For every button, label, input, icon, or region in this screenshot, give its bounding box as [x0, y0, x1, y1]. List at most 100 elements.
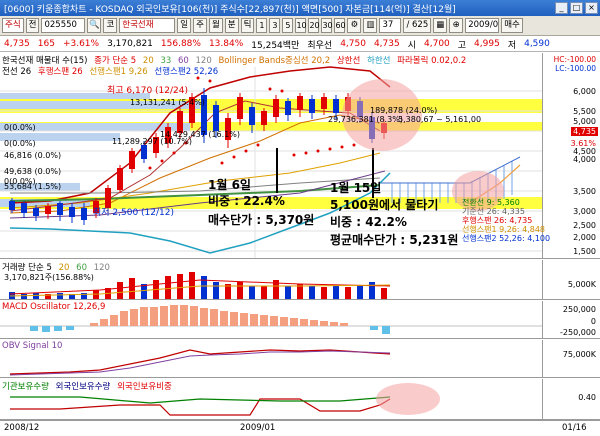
y-tick: 0 — [590, 317, 596, 326]
leading-span-line — [380, 156, 521, 184]
low-price-label: 최저 2,500 (12/12) — [93, 208, 175, 218]
buy-button[interactable]: 매수 — [501, 18, 523, 33]
legend-bollinger-middle: Bollinger Bands중심선 20,2 — [218, 56, 331, 66]
obv-legend: OBV Signal 10 — [2, 341, 66, 351]
maximize-button[interactable]: □ — [570, 2, 583, 14]
interval-5-button[interactable]: 5 — [282, 18, 294, 33]
ask-price: 4,735 — [373, 39, 400, 49]
minimize-button[interactable]: _ — [555, 2, 568, 14]
annotation-1-price: 매수단가 : 5,370원 — [208, 213, 315, 227]
best-quote-label: 최우선 — [307, 40, 333, 51]
foreign-holdings-pane[interactable]: 기관보유수량 외국인보유수량 외국인보유비중 0.40 — [0, 379, 600, 420]
ichimoku-leading2-label: 선행스팬2 52,26: 4,100 — [462, 234, 551, 243]
target-range-label: 5,380,67 ~ 5,161,00 — [398, 115, 482, 124]
period-tick-button[interactable]: 틱 — [240, 18, 255, 33]
candle — [333, 99, 339, 113]
chart-type-icon[interactable]: ▥ — [363, 18, 378, 33]
y-tick: 75,000K — [562, 350, 596, 359]
y-tick: 250,000 — [562, 305, 596, 314]
candle — [285, 101, 291, 115]
candle — [129, 151, 135, 169]
candle — [117, 168, 123, 190]
jeon-button[interactable]: 전 — [25, 18, 40, 33]
x-tick: 2008/12 — [4, 423, 40, 433]
annotation-1-date: 1월 6일 — [208, 178, 251, 192]
volume-current-value: 3,170,821주(156.88%) — [4, 273, 94, 282]
volume-pane[interactable]: 거래량 단순 5 20 60 120 3,170,821주(156.88%) 5… — [0, 260, 600, 300]
period-day-button[interactable]: 일 — [177, 18, 192, 33]
volume-profile-label: 13,131,241 (5.4%) — [130, 98, 205, 107]
grid-icon[interactable]: ▦ — [433, 18, 448, 33]
period-month-button[interactable]: 월 — [208, 18, 223, 33]
legend-volume-ma-120: 120 — [93, 263, 110, 273]
obv-y-axis: 75,000K — [542, 340, 600, 377]
volume-profile-label: 29,736,381 (8.3%) — [328, 115, 403, 124]
stock-code-input[interactable]: 025550 — [41, 18, 86, 33]
zoom-icon[interactable]: ⊕ — [449, 18, 464, 33]
date-input[interactable]: 2009/0 — [465, 18, 500, 33]
low-label: 저 — [507, 40, 517, 51]
interval-10-button[interactable]: 10 — [295, 18, 307, 33]
macd-pane[interactable]: MACD Oscillator 12,26,9 250,000 0 -250,0… — [0, 301, 600, 339]
volume-profile-label: 189,878 (24.0%) — [370, 106, 438, 115]
interval-30-button[interactable]: 30 — [321, 18, 333, 33]
highlight-circle — [376, 383, 440, 415]
legend-macd: MACD Oscillator 12,26,9 — [2, 302, 106, 312]
open-price: 4,700 — [424, 39, 450, 49]
search-icon[interactable]: 🔍 — [87, 18, 102, 33]
interval-20-button[interactable]: 20 — [308, 18, 320, 33]
legend-institution-holdings: 기관보유수량 — [2, 382, 49, 392]
volume-pct: 156.88% — [160, 39, 201, 49]
legend-bollinger-upper: 상한선 — [336, 56, 361, 66]
trade-amount: 15,254백만 — [251, 40, 300, 51]
price-change-pct: +3.61% — [62, 39, 100, 49]
window-title: [0600] 키움종합차트 - KOSDAQ 외국인보유[106(천)] 주식수… — [4, 4, 456, 15]
date-x-axis: 2008/12 2009/01 01/16 — [0, 420, 600, 436]
macd-negative-bars — [30, 326, 390, 334]
settings-icon[interactable]: ⚙ — [347, 18, 362, 33]
interval-3-button[interactable]: 3 — [269, 18, 281, 33]
interval-1-button[interactable]: 1 — [256, 18, 268, 33]
obv-pane[interactable]: OBV Signal 10 75,000K — [0, 340, 600, 378]
y-tick: 3,500 — [573, 187, 596, 196]
high-label: 고 — [457, 40, 467, 51]
foreign-y-axis: 0.40 — [542, 379, 600, 419]
current-price: 4,735 — [4, 39, 30, 49]
candle — [21, 203, 27, 213]
data-count-input[interactable]: 37 — [379, 18, 402, 33]
macd-y-axis: 250,000 0 -250,000 — [542, 301, 600, 338]
period-minute-button[interactable]: 분 — [224, 18, 239, 33]
annotation-2-avg-price: 평균매수단가 : 5,231원 — [330, 233, 459, 247]
lc-label: LC:-100.00 — [555, 64, 596, 73]
x-tick: 2009/01 — [240, 423, 276, 433]
candle — [213, 105, 219, 131]
open-label: 시 — [407, 40, 416, 51]
y-tick: -250,000 — [560, 328, 596, 337]
volume-value: 3,170,821 — [107, 39, 153, 49]
volume-profile-label: 46,816 (0.0%) — [4, 151, 62, 160]
legend-baseline: 전선 26 — [2, 67, 32, 77]
close-button[interactable]: × — [585, 2, 598, 14]
current-change-tag: 3.61% — [570, 139, 596, 148]
legend-foreign-ratio: 외국인보유비중 — [117, 382, 172, 392]
volume-profile-label: 0(0.0%) — [4, 139, 36, 148]
volume-profile-label: 53,684 (1.5%) — [4, 182, 62, 191]
candle — [297, 96, 303, 110]
candle — [141, 145, 147, 159]
candle — [9, 201, 15, 210]
candle — [309, 99, 315, 113]
annotation-1-weight: 비중 : 22.4% — [208, 194, 285, 208]
macd-bars — [90, 305, 348, 326]
price-chart-pane[interactable]: 한국선재 매물대 수(15) 종가 단순 5 20 33 60 120 Boll… — [0, 53, 600, 259]
ichimoku-legend: 전선 26 후행스팬 26 선행스팬1 9,26 선행스팬2 52,26 — [2, 65, 222, 77]
stock-name-field[interactable]: 한국선재 — [119, 18, 176, 33]
interval-60-button[interactable]: 60 — [334, 18, 346, 33]
y-tick: 0.40 — [578, 393, 596, 402]
y-tick: 5,000K — [567, 280, 596, 289]
annotation-2-weight: 비중 : 42.2% — [330, 215, 407, 229]
market-type-select[interactable]: 주식 — [2, 18, 24, 33]
hc-label: HC:-100.00 — [553, 55, 596, 64]
x-tick: 01/16 — [562, 423, 587, 433]
turnover-rate: 13.84% — [208, 39, 244, 49]
period-week-button[interactable]: 주 — [193, 18, 207, 33]
